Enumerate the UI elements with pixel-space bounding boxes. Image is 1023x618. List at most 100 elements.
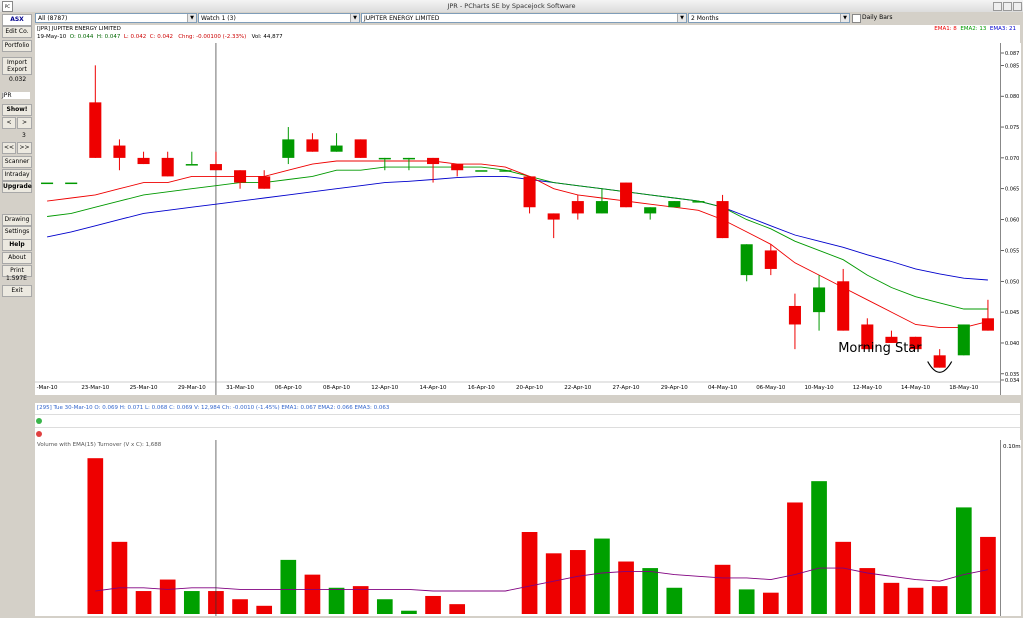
candle-body [837,281,850,331]
volume-bar [569,550,586,614]
period-select[interactable]: 2 Months ▼ [688,13,850,23]
candle [451,164,464,177]
y-tick-label: 0.060 [1005,218,1019,224]
chevron-down-icon[interactable]: ▼ [840,14,849,22]
security-select[interactable]: JUPITER ENERGY LIMITED ▼ [361,13,687,23]
edit-co-button[interactable]: Edit Co. [2,26,32,38]
candle [161,151,174,177]
candle-body [161,157,174,177]
exchange-button[interactable]: ASX [2,14,32,26]
y-tick-label: 0.055 [1005,248,1019,254]
minimize-icon[interactable] [993,2,1002,11]
candle-body [571,201,584,214]
show-button[interactable]: Show! [2,104,32,116]
candle [499,170,512,172]
candle-body [378,157,391,160]
volume-bar [521,532,538,614]
volume-chart-area[interactable]: Volume with EMA(15) Turnover (V x C): 1,… [35,440,1000,616]
x-tick-label: 22-Apr-10 [564,385,592,391]
maximize-icon[interactable] [1003,2,1012,11]
candle-body [185,164,198,166]
candle [595,188,608,214]
upgrade-button[interactable]: Upgrade [2,181,32,193]
pane-splitter[interactable] [35,395,1020,403]
candle-body [282,139,295,158]
y-tick-label: 0.070 [1005,156,1019,162]
volume-value: Vol: 44,877 [251,34,283,40]
candle [234,170,247,189]
x-tick-label: 06-May-10 [756,385,786,391]
y-tick-label: 0.040 [1005,341,1019,347]
exit-button[interactable]: Exit [2,285,32,297]
scanner-button[interactable]: Scanner [2,156,32,168]
candle [644,207,657,220]
import-export-button[interactable]: Import Export [2,57,32,75]
daily-bars-checkbox[interactable] [852,14,861,23]
candle [692,201,705,203]
candle-body [933,355,946,368]
candle [402,157,415,171]
indicator-row-2[interactable] [35,427,1020,440]
close-icon[interactable] [1013,2,1022,11]
candle [813,275,826,331]
candle-body [234,170,247,183]
x-tick-label: 20-Apr-10 [516,385,544,391]
y-tick-label: 0.045 [1005,310,1019,316]
y-tick-label: 0.087 [1005,51,1019,57]
stock-list-select[interactable]: All (8787) ▼ [35,13,197,23]
x-tick-label: 12-Apr-10 [371,385,399,391]
volume-bar [907,587,924,614]
candle [185,151,198,166]
help-button[interactable]: Help [2,239,32,251]
candle [957,324,970,356]
nav-next-button[interactable]: > [17,117,32,129]
x-tick-label: 16-Apr-10 [468,385,496,391]
price-chart[interactable]: Morning Star -Mar-10 23-Mar-10 25-Mar-10 29-… [35,43,1000,395]
y-tick-label: 0.050 [1005,279,1019,285]
candle-body [41,182,54,185]
nav-last-button[interactable]: >> [17,142,32,154]
volume-chart[interactable] [35,440,1000,616]
code-field[interactable]: JPR [2,92,30,99]
candle [378,157,391,171]
volume-bar [280,559,297,614]
x-tick-label: 08-Apr-10 [323,385,351,391]
candle-body [113,145,126,158]
chevron-down-icon[interactable]: ▼ [677,14,686,22]
about-button[interactable]: About [2,252,32,264]
x-tick-label: 06-Apr-10 [275,385,303,391]
remove-indicator-icon[interactable] [36,431,42,437]
portfolio-button[interactable]: Portfolio [2,40,32,52]
candle [354,139,367,158]
candle-body [523,176,536,208]
nav-first-button[interactable]: << [2,142,16,154]
drawing-button[interactable]: Drawing [2,214,32,226]
candle-body [499,170,512,172]
volume-bar [714,564,731,614]
y-tick-label: 0.080 [1005,94,1019,100]
volume-bar [328,587,345,614]
low-value: L: 0.042 [123,34,147,40]
candle [668,201,681,208]
candle [41,182,54,185]
candle-body [644,207,657,214]
intraday-button[interactable]: Intraday [2,169,32,181]
chevron-down-icon[interactable]: ▼ [350,14,359,22]
candle [209,151,222,171]
x-tick-label: 31-Mar-10 [226,385,254,391]
candle-body [981,318,994,331]
watchlist-select[interactable]: Watch 1 (3) ▼ [198,13,360,23]
candle-body [427,157,440,165]
candle [282,127,295,165]
volume-bar [955,507,972,614]
add-indicator-icon[interactable] [36,418,42,424]
price-chart-area[interactable]: Morning Star -Mar-10 23-Mar-10 25-Mar-10 29-… [35,43,1000,395]
nav-prev-button[interactable]: < [2,117,16,129]
ohlc-readout: 19-May-10 O: 0.044 H: 0.047 L: 0.042 C: … [37,34,283,40]
indicator-row-1[interactable] [35,414,1020,427]
volume-axis: 0.10m [1000,440,1021,616]
stock-list-value: All (8787) [38,15,68,22]
candle-body [692,201,705,203]
volume-bar [352,586,369,614]
chevron-down-icon[interactable]: ▼ [187,14,196,22]
